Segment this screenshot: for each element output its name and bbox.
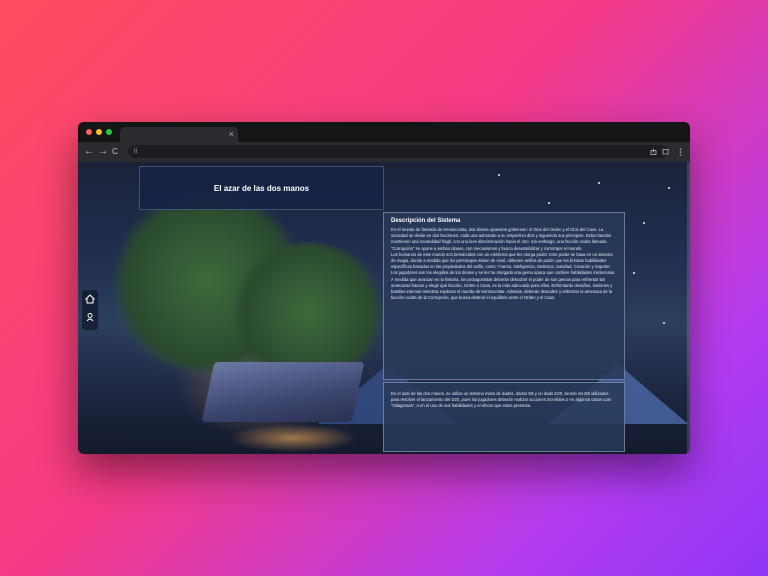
share-icon[interactable] [650, 148, 657, 158]
rules-paragraph: En el azar de las dos manos, se utiliza … [391, 391, 611, 409]
description-paragraph: En el mundo de fantasía de Kensocontia, … [391, 227, 612, 251]
maximize-window-button[interactable] [106, 129, 112, 135]
description-paragraph: Los humanos de este mundo son bendecidos… [391, 251, 613, 270]
side-navigation [82, 290, 98, 330]
lantern-glow-decoration [228, 424, 358, 452]
title-bar: × [78, 122, 690, 142]
tree-decoration [228, 242, 388, 382]
puzzle-icon[interactable] [662, 148, 669, 158]
back-button[interactable]: ← [84, 145, 94, 159]
address-bar[interactable]: ii [128, 145, 668, 158]
forward-button[interactable]: → [98, 145, 108, 159]
system-description-panel: Descripción del Sistema En el mundo de f… [383, 212, 625, 380]
home-icon[interactable] [84, 294, 96, 307]
reload-button[interactable]: C [112, 145, 118, 159]
browser-toolbar: ← → C ii [78, 142, 690, 162]
description-paragraph: Los jugadores son los elegidos de los di… [391, 270, 616, 301]
house-roof-decoration [201, 362, 365, 422]
section-heading: Descripción del Sistema [391, 218, 461, 224]
tab-close-icon[interactable]: × [229, 128, 234, 141]
dice-rules-panel: En el azar de las dos manos, se utiliza … [383, 382, 625, 452]
page-header: El azar de las dos manos [139, 166, 384, 210]
kebab-menu-icon[interactable] [679, 148, 682, 159]
minimize-window-button[interactable] [96, 129, 102, 135]
user-icon[interactable] [85, 312, 95, 325]
close-window-button[interactable] [86, 129, 92, 135]
browser-window: × ← → C ii El azar de las dos manos Desc… [78, 122, 690, 454]
browser-tab[interactable]: × [120, 127, 238, 142]
page-title: El azar de las dos manos [213, 183, 310, 193]
page-scrollbar[interactable] [687, 162, 690, 454]
page-viewport: El azar de las dos manos Descripción del… [78, 162, 690, 454]
